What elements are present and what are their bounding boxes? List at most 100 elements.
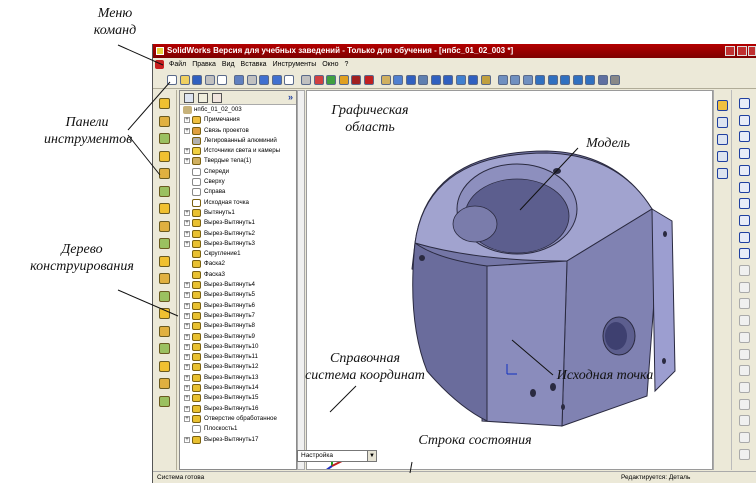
zoom-fit-icon[interactable] xyxy=(338,75,349,85)
circle-icon[interactable] xyxy=(739,148,750,160)
zoom-icon[interactable] xyxy=(363,75,374,85)
revolve-boss-icon[interactable] xyxy=(159,115,170,127)
extend-icon[interactable] xyxy=(739,315,750,327)
expand-icon[interactable]: + xyxy=(184,323,190,330)
property-manager-tab-icon[interactable] xyxy=(198,93,208,103)
expand-icon[interactable]: + xyxy=(184,127,190,134)
search-icon[interactable] xyxy=(717,151,728,162)
polygon-icon[interactable] xyxy=(739,181,750,193)
appearances-icon[interactable] xyxy=(717,168,728,179)
view-icon[interactable] xyxy=(405,75,416,85)
tree-item[interactable]: + Источники света и камеры xyxy=(180,146,296,156)
expand-icon[interactable]: + xyxy=(184,364,190,371)
shaded-view-icon[interactable] xyxy=(572,75,583,85)
fillet-icon[interactable] xyxy=(159,168,170,179)
expand-icon[interactable]: + xyxy=(184,333,190,340)
expand-icon[interactable]: + xyxy=(184,209,190,216)
tree-scrollbar[interactable] xyxy=(297,90,305,470)
expand-icon[interactable]: + xyxy=(184,158,190,165)
expand-icon[interactable]: + xyxy=(184,230,190,237)
tree-item[interactable]: Легированный алюминий xyxy=(180,136,296,146)
tree-item[interactable]: + Вырез-Вытянуть10 xyxy=(180,342,296,352)
tree-item[interactable]: + Вырез-Вытянуть17 xyxy=(180,435,296,445)
help-icon[interactable] xyxy=(326,75,336,85)
home-icon[interactable] xyxy=(717,100,728,111)
top-view-icon[interactable] xyxy=(522,75,533,85)
rotate-icon[interactable] xyxy=(380,75,391,85)
tree-item[interactable]: + Вырез-Вытянуть4 xyxy=(180,280,296,290)
instant3d-icon[interactable] xyxy=(159,343,170,354)
mirror-icon[interactable] xyxy=(159,290,170,302)
fillet-sketch-icon[interactable] xyxy=(739,248,750,260)
expand-icon[interactable]: + xyxy=(184,343,190,350)
hole-wizard-icon[interactable] xyxy=(159,255,170,267)
options-icon[interactable] xyxy=(313,75,324,85)
tree-item[interactable]: Фаска3 xyxy=(180,270,296,280)
expand-icon[interactable]: + xyxy=(184,436,190,443)
select-icon[interactable] xyxy=(259,75,269,85)
graphics-area[interactable] xyxy=(306,90,713,470)
tree-item[interactable]: + Вырез-Вытянуть6 xyxy=(180,301,296,311)
realview-icon[interactable] xyxy=(585,75,595,85)
tree-item[interactable]: + Вырез-Вытянуть1 xyxy=(180,218,296,228)
sketch-icon[interactable] xyxy=(271,75,282,85)
expand-icon[interactable]: + xyxy=(184,302,190,309)
tree-item[interactable]: Сверху xyxy=(180,177,296,187)
undo-icon[interactable] xyxy=(234,75,244,85)
save-icon[interactable] xyxy=(192,75,202,85)
front-view-icon[interactable] xyxy=(510,75,520,85)
tree-item[interactable]: + Вырез-Вытянуть13 xyxy=(180,373,296,383)
render-icon[interactable] xyxy=(468,75,478,85)
tree-item[interactable]: + Примечания xyxy=(180,115,296,125)
chamfer-sketch-icon[interactable] xyxy=(739,265,750,276)
expand-icon[interactable]: + xyxy=(184,385,190,392)
tree-item[interactable]: Справа xyxy=(180,187,296,197)
trim-icon[interactable] xyxy=(739,298,750,310)
tree-item[interactable]: Спереди xyxy=(180,167,296,177)
tree-item[interactable]: + Вырез-Вытянуть15 xyxy=(180,393,296,403)
resources-icon[interactable] xyxy=(717,117,728,128)
new-icon[interactable] xyxy=(167,75,177,85)
pan-icon[interactable] xyxy=(393,75,403,85)
expand-panel-icon[interactable]: » xyxy=(288,92,293,102)
copy-icon[interactable] xyxy=(739,365,750,377)
draft-icon[interactable] xyxy=(159,238,170,249)
expand-icon[interactable]: + xyxy=(184,374,190,381)
expand-icon[interactable]: + xyxy=(184,282,190,289)
tree-item[interactable]: + Вырез-Вытянуть16 xyxy=(180,404,296,414)
tree-item[interactable]: Исходная точка xyxy=(180,198,296,208)
expand-icon[interactable]: + xyxy=(184,354,190,361)
arc-icon[interactable] xyxy=(739,164,750,176)
move-icon[interactable] xyxy=(739,348,750,360)
spline-icon[interactable] xyxy=(739,198,750,210)
menu-item[interactable]: Файл xyxy=(166,58,189,71)
extrude-boss-icon[interactable] xyxy=(159,98,170,109)
expand-icon[interactable]: + xyxy=(184,240,190,247)
shell-icon[interactable] xyxy=(159,220,170,232)
print-preview-icon[interactable] xyxy=(217,75,227,85)
print-icon[interactable] xyxy=(204,75,215,85)
settings-icon[interactable] xyxy=(610,75,620,85)
tree-item[interactable]: + Связь проектов xyxy=(180,126,296,136)
tree-item[interactable]: + Отверстие обработанное xyxy=(180,414,296,424)
menu-item[interactable]: Инструменты xyxy=(270,58,320,71)
expand-icon[interactable]: + xyxy=(184,148,190,155)
scale-icon[interactable] xyxy=(739,398,750,410)
expand-icon[interactable]: + xyxy=(184,405,190,412)
open-icon[interactable] xyxy=(179,75,190,85)
close-button[interactable] xyxy=(748,46,756,56)
hidden-lines-icon[interactable] xyxy=(443,75,453,85)
library-icon[interactable] xyxy=(717,134,728,145)
chamfer-icon[interactable] xyxy=(159,185,170,197)
expand-icon[interactable]: + xyxy=(184,395,190,402)
wireframe-icon[interactable] xyxy=(430,75,441,85)
expand-icon[interactable]: + xyxy=(184,117,190,124)
section-icon[interactable] xyxy=(455,75,466,85)
ellipse-icon[interactable] xyxy=(739,214,750,226)
tree-item[interactable]: + Вырез-Вытянуть11 xyxy=(180,352,296,362)
rebuild-icon[interactable] xyxy=(301,75,311,85)
shaded-edges-icon[interactable] xyxy=(560,75,570,85)
tree-item[interactable]: + Вырез-Вытянуть5 xyxy=(180,290,296,300)
wrap-icon[interactable] xyxy=(159,395,170,407)
tree-item[interactable]: Скругление1 xyxy=(180,249,296,259)
